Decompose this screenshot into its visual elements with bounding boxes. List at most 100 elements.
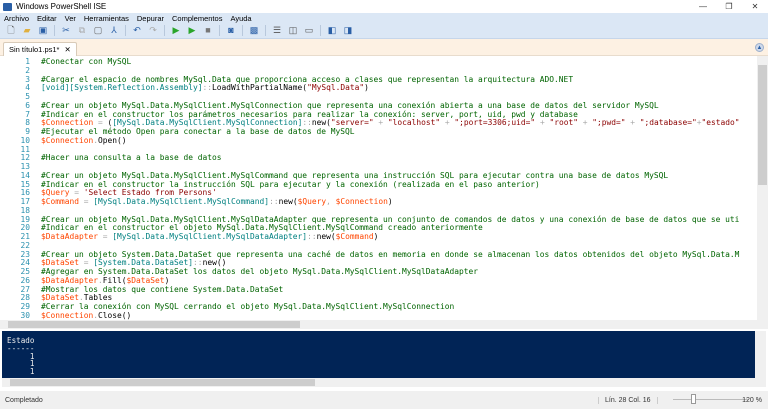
member-token: Tables (83, 293, 113, 303)
member-token: Fill( (102, 275, 127, 285)
type-token: [System.Data.DataSet] (93, 258, 194, 268)
menu-herramientas[interactable]: Herramientas (84, 14, 129, 23)
code-line[interactable]: #Hacer una consulta a la base de datos (41, 153, 740, 163)
string-token: ";pwd=" (592, 118, 626, 128)
type-token: [MySql.Data.MySqlClient.MySqlDataAdapter… (112, 232, 308, 241)
show-script-pane-icon[interactable]: ◧ (327, 26, 337, 36)
comment-token: #Hacer una consulta a la base de datos (41, 153, 222, 163)
minimize-button[interactable]: — (690, 0, 716, 13)
operator-token: :: (269, 197, 279, 206)
code-line[interactable]: [void][System.Reflection.Assembly]::Load… (41, 83, 740, 93)
title-bar: Windows PowerShell ISE — ❐ ✕ (0, 0, 768, 13)
menu-editar[interactable]: Editar (37, 14, 57, 23)
run-script-icon[interactable]: ▶ (171, 26, 181, 36)
clear-console-icon[interactable]: ⅄ (109, 26, 119, 36)
variable-token: $Connection (41, 310, 94, 320)
zoom-slider-thumb[interactable] (690, 394, 696, 404)
menu-complementos[interactable]: Complementos (172, 14, 222, 23)
toolbar-separator (219, 25, 220, 36)
operator-token: + (440, 118, 455, 128)
editor-horizontal-scrollbar[interactable] (0, 320, 768, 329)
console-horizontal-scrollbar[interactable] (2, 378, 766, 387)
member-token: ) (387, 197, 393, 206)
type-token: [void][System.Reflection.Assembly] (41, 83, 203, 93)
powershell-console-icon[interactable]: ▩ (249, 26, 259, 36)
string-token: 'Select Estado from Persons' (83, 188, 217, 198)
operator-token: + (577, 118, 593, 128)
save-icon[interactable]: ▣ (38, 26, 48, 36)
close-button[interactable]: ✕ (742, 0, 768, 13)
variable-token: $Command (335, 232, 374, 241)
code-line[interactable]: #Cerrar la conexión con MySQL cerrando e… (41, 302, 740, 312)
operator-token: = (98, 232, 113, 241)
member-token: new( (311, 118, 331, 128)
operator-token: :: (193, 258, 203, 268)
operator-token: + (625, 118, 640, 128)
undo-icon[interactable]: ↶ (132, 26, 142, 36)
operator-token: + (535, 118, 550, 128)
tab-script[interactable]: Sin título1.ps1* ✕ (3, 42, 77, 56)
redo-icon[interactable]: ↷ (148, 26, 158, 36)
show-commands-icon[interactable]: ◨ (343, 26, 353, 36)
menu-ver[interactable]: Ver (65, 14, 76, 23)
toolbar: 🗋 ▰ ▣ ✂ ⧉ ▢ ⅄ ↶ ↷ ▶ ▶ ■ ◙ ▩ ☰ ◫ ▭ ◧ ◨ (0, 23, 768, 39)
string-token: "server=" (330, 118, 374, 128)
variable-token: $Connection (41, 118, 94, 128)
zoom-slider[interactable] (673, 394, 748, 404)
comment-token: #Conectar con MySQL (41, 57, 132, 66)
scroll-thumb[interactable] (8, 321, 300, 328)
code-line[interactable]: $Command = [MySql.Data.MySqlClient.MySql… (41, 197, 740, 207)
stop-icon[interactable]: ■ (203, 26, 213, 36)
member-token: new() (202, 258, 227, 268)
console-output[interactable]: Estado ------ 1 1 1 (2, 331, 755, 378)
editor-vertical-scrollbar[interactable] (757, 56, 768, 320)
menu-depurar[interactable]: Depurar (137, 14, 164, 23)
toolbar-separator (265, 25, 266, 36)
layout-right-icon[interactable]: ◫ (288, 26, 298, 36)
code-line[interactable]: $DataAdapter = [MySql.Data.MySqlClient.M… (41, 232, 740, 242)
comment-token: #Crear un objeto MySql.Data.MySqlClient.… (41, 214, 740, 224)
variable-token: $DataSet (41, 293, 80, 303)
cursor-position: Lín. 28 Col. 16 (598, 396, 658, 404)
script-editor[interactable]: 1 2 3 4 5 6 7 8 9 10 11 12 13 14 15 16 17 18 19 20 21 22 23 24 2… (0, 56, 768, 320)
code-area[interactable]: #Conectar con MySQL #Cargar el espacio de… (41, 57, 740, 320)
code-line[interactable]: #Conectar con MySQL (41, 57, 740, 67)
tab-close-icon[interactable]: ✕ (64, 45, 70, 54)
scroll-thumb[interactable] (758, 65, 767, 185)
layout-top-icon[interactable]: ☰ (272, 26, 282, 36)
collapse-script-pane-icon[interactable]: ▲ (755, 43, 764, 52)
layout-max-icon[interactable]: ▭ (304, 26, 314, 36)
comment-token: #Mostrar los datos que contiene System.D… (41, 284, 284, 294)
scroll-thumb[interactable] (10, 379, 315, 386)
menu-archivo[interactable]: Archivo (4, 14, 29, 23)
string-token: "root" (549, 118, 578, 128)
code-line[interactable]: #Mostrar los datos que contiene System.D… (41, 284, 740, 295)
code-line[interactable]: $Connection.Open() (41, 135, 740, 146)
variable-token: $DataSet (41, 258, 80, 268)
type-token: [MySql.Data.MySqlClient.MySqlCommand] (93, 197, 270, 206)
status-bar: Completado Lín. 28 Col. 16 120 % (0, 391, 768, 409)
paste-icon[interactable]: ▢ (93, 26, 103, 36)
type-token: [MySql.Data.MySqlClient.MySqlConnection] (112, 118, 303, 128)
variable-token: $Query (297, 197, 327, 206)
toolbar-separator (164, 25, 165, 36)
line-number: 30 (20, 310, 30, 320)
string-token: "estado" (701, 118, 740, 128)
open-folder-icon[interactable]: ▰ (22, 26, 32, 36)
restore-button[interactable]: ❐ (716, 0, 742, 13)
zoom-level: 120 % (742, 396, 762, 404)
operator-token: :: (202, 83, 213, 93)
new-file-icon[interactable]: 🗋 (6, 26, 16, 36)
comment-token: #Crear un objeto MySql.Data.MySqlClient.… (41, 170, 669, 180)
menu-ayuda[interactable]: Ayuda (230, 14, 251, 23)
member-token: Open() (98, 135, 127, 145)
cut-icon[interactable]: ✂ (61, 26, 71, 36)
console-vertical-scrollbar[interactable] (755, 331, 766, 378)
run-selection-icon[interactable]: ▶ (187, 26, 197, 36)
code-line[interactable]: $Connection.Close() (41, 310, 740, 320)
code-line[interactable]: #Ejecutar el método Open para conectar a… (41, 127, 740, 137)
copy-icon[interactable]: ⧉ (77, 26, 87, 36)
member-token: new( (278, 197, 298, 206)
remote-powershell-icon[interactable]: ◙ (226, 26, 236, 36)
operator-token: = (93, 118, 108, 128)
